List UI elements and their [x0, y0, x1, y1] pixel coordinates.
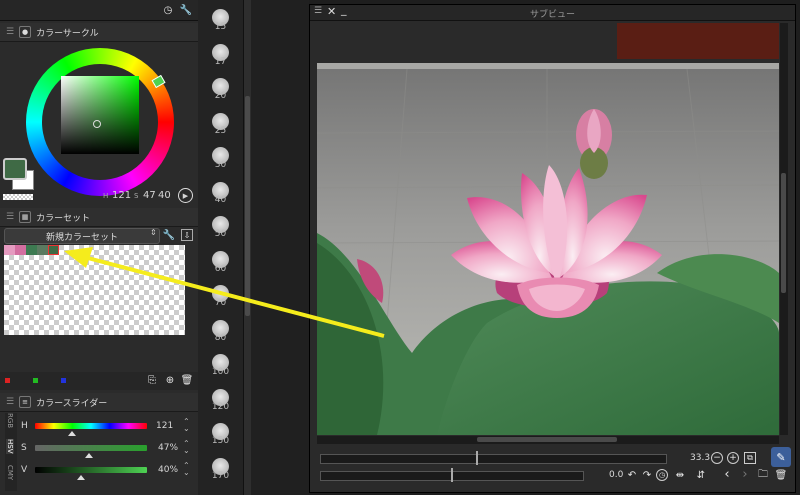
annotation-overlay [64, 247, 385, 338]
annotation-arrow-line [83, 255, 385, 338]
annotation-arrow-head [64, 247, 93, 268]
